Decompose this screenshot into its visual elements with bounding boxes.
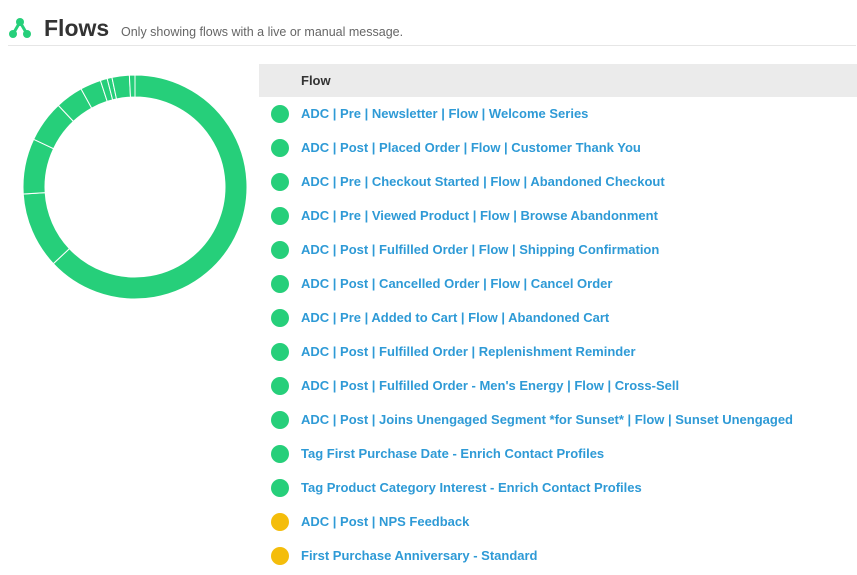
flow-link[interactable]: ADC | Post | Joins Unengaged Segment *fo…: [301, 412, 793, 427]
flow-link[interactable]: ADC | Post | NPS Feedback: [301, 514, 469, 529]
flows-donut-chart: [22, 74, 248, 300]
status-dot-icon: [271, 377, 289, 395]
status-dot-icon: [271, 275, 289, 293]
donut-segment[interactable]: [22, 138, 55, 195]
flows-icon: [9, 18, 31, 38]
status-dot-icon: [271, 513, 289, 531]
status-dot-icon: [271, 173, 289, 191]
page-title: Flows: [44, 15, 110, 41]
status-dot-icon: [271, 547, 289, 565]
status-dot-icon: [271, 309, 289, 327]
status-dot-icon: [271, 241, 289, 259]
flow-link[interactable]: ADC | Post | Fulfilled Order - Men's Ene…: [301, 378, 679, 393]
table-row: ADC | Pre | Checkout Started | Flow | Ab…: [259, 165, 857, 199]
table-row: Tag Product Category Interest - Enrich C…: [259, 471, 857, 505]
table-row: ADC | Post | Joins Unengaged Segment *fo…: [259, 403, 857, 437]
table-row: Tag First Purchase Date - Enrich Contact…: [259, 437, 857, 471]
table-row: ADC | Pre | Viewed Product | Flow | Brow…: [259, 199, 857, 233]
flow-link[interactable]: ADC | Post | Fulfilled Order | Flow | Sh…: [301, 242, 659, 257]
flow-link[interactable]: ADC | Post | Cancelled Order | Flow | Ca…: [301, 276, 612, 291]
table-row: ADC | Pre | Newsletter | Flow | Welcome …: [259, 97, 857, 131]
table-row: ADC | Post | NPS Feedback: [259, 505, 857, 539]
table-row: ADC | Pre | Added to Cart | Flow | Aband…: [259, 301, 857, 335]
table-header: Flow: [259, 64, 857, 97]
table-row: ADC | Post | Cancelled Order | Flow | Ca…: [259, 267, 857, 301]
status-dot-icon: [271, 411, 289, 429]
flow-link[interactable]: ADC | Pre | Added to Cart | Flow | Aband…: [301, 310, 609, 325]
status-dot-icon: [271, 479, 289, 497]
table-row: ADC | Post | Fulfilled Order | Flow | Sh…: [259, 233, 857, 267]
status-dot-icon: [271, 105, 289, 123]
table-row: ADC | Post | Placed Order | Flow | Custo…: [259, 131, 857, 165]
flow-link[interactable]: First Purchase Anniversary - Standard: [301, 548, 538, 563]
flow-link[interactable]: Tag Product Category Interest - Enrich C…: [301, 480, 642, 495]
donut-segment[interactable]: [128, 74, 136, 98]
table-row: First Purchase Anniversary - Standard: [259, 539, 857, 573]
flow-link[interactable]: ADC | Pre | Checkout Started | Flow | Ab…: [301, 174, 665, 189]
status-dot-icon: [271, 343, 289, 361]
table-row: ADC | Post | Fulfilled Order - Men's Ene…: [259, 369, 857, 403]
flow-link[interactable]: ADC | Pre | Viewed Product | Flow | Brow…: [301, 208, 658, 223]
flow-link[interactable]: ADC | Post | Fulfilled Order | Replenish…: [301, 344, 636, 359]
donut-segment[interactable]: [22, 192, 71, 265]
flow-link[interactable]: ADC | Pre | Newsletter | Flow | Welcome …: [301, 106, 588, 121]
flows-table: Flow ADC | Pre | Newsletter | Flow | Wel…: [259, 64, 857, 573]
flow-link[interactable]: ADC | Post | Placed Order | Flow | Custo…: [301, 140, 641, 155]
page-subtitle: Only showing flows with a live or manual…: [121, 25, 404, 39]
table-body: ADC | Pre | Newsletter | Flow | Welcome …: [259, 97, 857, 573]
page-header: Flows Only showing flows with a live or …: [8, 10, 856, 46]
column-header-flow[interactable]: Flow: [301, 73, 331, 88]
table-row: ADC | Post | Fulfilled Order | Replenish…: [259, 335, 857, 369]
flow-link[interactable]: Tag First Purchase Date - Enrich Contact…: [301, 446, 604, 461]
status-dot-icon: [271, 445, 289, 463]
status-dot-icon: [271, 139, 289, 157]
status-dot-icon: [271, 207, 289, 225]
